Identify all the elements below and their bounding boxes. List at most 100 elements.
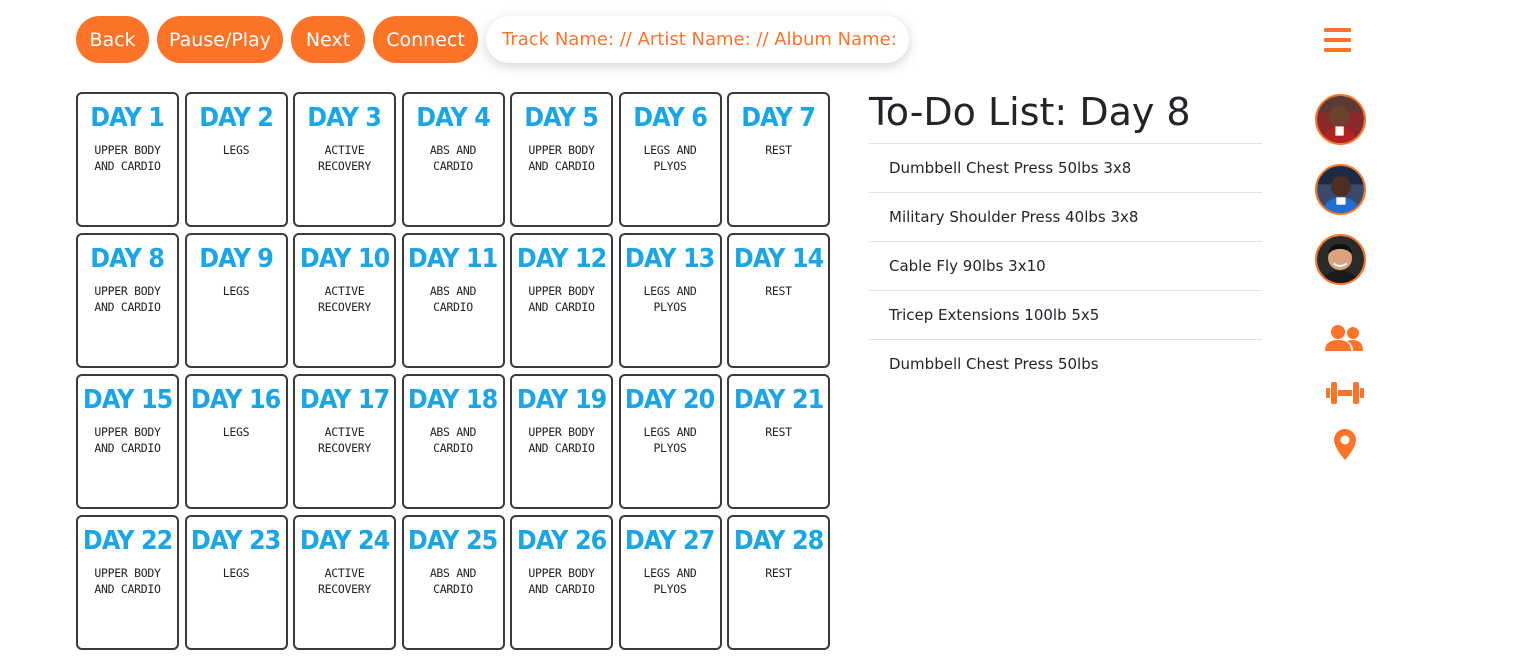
connect-button[interactable]: Connect	[373, 16, 478, 63]
todo-item[interactable]: Tricep Extensions 100lb 5x5	[869, 290, 1262, 339]
day-card[interactable]: DAY 11 ABS AND CARDIO	[401, 233, 505, 368]
sidebar	[1310, 0, 1380, 672]
day-title: DAY 1	[90, 103, 166, 133]
day-card[interactable]: DAY 22 UPPER BODY AND CARDIO	[76, 515, 179, 650]
day-workout-label: LEGS	[222, 565, 250, 580]
day-workout-label: UPPER BODY AND CARDIO	[94, 424, 161, 455]
day-workout-label: LEGS AND PLYOS	[643, 424, 697, 455]
day-card[interactable]: DAY 17 ACTIVE RECOVERY	[293, 374, 396, 509]
day-card[interactable]: DAY 3 ACTIVE RECOVERY	[293, 92, 396, 227]
day-workout-label: LEGS AND PLYOS	[643, 283, 697, 314]
day-title: DAY 6	[633, 103, 708, 133]
day-title: DAY 4	[416, 103, 491, 133]
day-card[interactable]: DAY 23 LEGS	[184, 515, 288, 650]
avatar[interactable]	[1315, 94, 1366, 145]
todo-item[interactable]: Dumbbell Chest Press 50lbs 3x8	[869, 143, 1262, 192]
todo-title: To-Do List: Day 8	[869, 90, 1191, 134]
day-title: DAY 21	[733, 385, 824, 415]
day-title: DAY 10	[299, 244, 390, 274]
day-card[interactable]: DAY 18 ABS AND CARDIO	[401, 374, 505, 509]
day-workout-label: REST	[765, 424, 792, 439]
day-card[interactable]: DAY 15 UPPER BODY AND CARDIO	[76, 374, 179, 509]
day-workout-label: LEGS AND PLYOS	[643, 565, 697, 596]
day-title: DAY 3	[307, 103, 383, 133]
day-card[interactable]: DAY 4 ABS AND CARDIO	[401, 92, 505, 227]
day-card[interactable]: DAY 20 LEGS AND PLYOS	[618, 374, 722, 509]
day-workout-label: ABS AND CARDIO	[429, 142, 477, 173]
pause-play-button[interactable]: Pause/Play	[157, 16, 283, 63]
day-workout-label: LEGS AND PLYOS	[643, 142, 697, 173]
day-title: DAY 18	[408, 385, 498, 415]
day-card[interactable]: DAY 26 UPPER BODY AND CARDIO	[510, 515, 613, 650]
hamburger-menu-icon[interactable]	[1324, 28, 1351, 54]
day-title: DAY 2	[199, 103, 274, 133]
day-title: DAY 25	[408, 526, 498, 556]
day-title: DAY 13	[625, 244, 715, 274]
day-card[interactable]: DAY 6 LEGS AND PLYOS	[618, 92, 722, 227]
day-workout-label: UPPER BODY AND CARDIO	[94, 283, 161, 314]
day-card[interactable]: DAY 5 UPPER BODY AND CARDIO	[510, 92, 613, 227]
day-workout-label: LEGS	[222, 142, 250, 157]
day-card[interactable]: DAY 8 UPPER BODY AND CARDIO	[76, 233, 179, 368]
day-workout-label: REST	[765, 283, 792, 298]
day-card[interactable]: DAY 16 LEGS	[184, 374, 288, 509]
day-card[interactable]: DAY 14 REST	[727, 233, 830, 368]
day-title: DAY 9	[199, 244, 274, 274]
day-title: DAY 28	[733, 526, 824, 556]
day-title: DAY 24	[299, 526, 390, 556]
todo-item[interactable]: Dumbbell Chest Press 50lbs	[869, 339, 1262, 388]
users-icon[interactable]	[1325, 324, 1363, 356]
day-card[interactable]: DAY 10 ACTIVE RECOVERY	[293, 233, 396, 368]
day-workout-label: ABS AND CARDIO	[429, 283, 477, 314]
track-info: Track Name: // Artist Name: // Album Nam…	[486, 16, 909, 63]
day-card[interactable]: DAY 1 UPPER BODY AND CARDIO	[76, 92, 179, 227]
day-workout-label: ABS AND CARDIO	[429, 565, 477, 596]
day-title: DAY 14	[733, 244, 824, 274]
day-card[interactable]: DAY 19 UPPER BODY AND CARDIO	[510, 374, 613, 509]
day-title: DAY 7	[741, 103, 817, 133]
day-card[interactable]: DAY 13 LEGS AND PLYOS	[618, 233, 722, 368]
day-workout-label: LEGS	[222, 424, 250, 439]
day-workout-label: ACTIVE RECOVERY	[318, 142, 371, 173]
day-title: DAY 23	[191, 526, 281, 556]
day-workout-label: ACTIVE RECOVERY	[318, 283, 371, 314]
dumbbell-icon[interactable]	[1326, 380, 1364, 410]
day-card[interactable]: DAY 28 REST	[727, 515, 830, 650]
avatar[interactable]	[1315, 234, 1366, 285]
day-workout-label: UPPER BODY AND CARDIO	[528, 142, 595, 173]
day-title: DAY 19	[516, 385, 607, 415]
day-title: DAY 12	[516, 244, 607, 274]
day-title: DAY 20	[625, 385, 715, 415]
avatar[interactable]	[1315, 164, 1366, 215]
day-workout-label: REST	[765, 142, 792, 157]
day-card[interactable]: DAY 7 REST	[727, 92, 830, 227]
back-button[interactable]: Back	[76, 16, 149, 63]
map-pin-icon[interactable]	[1334, 429, 1356, 464]
day-workout-label: UPPER BODY AND CARDIO	[528, 283, 595, 314]
day-card[interactable]: DAY 9 LEGS	[184, 233, 288, 368]
day-workout-label: ACTIVE RECOVERY	[318, 424, 371, 455]
day-card[interactable]: DAY 25 ABS AND CARDIO	[401, 515, 505, 650]
workout-calendar: DAY 1 UPPER BODY AND CARDIO DAY 2 LEGS DAY 3…	[76, 92, 830, 652]
music-controls: Back Pause/Play Next Connect Track Name:…	[76, 16, 909, 63]
day-title: DAY 8	[90, 244, 166, 274]
day-workout-label: LEGS	[222, 283, 250, 298]
day-card[interactable]: DAY 2 LEGS	[184, 92, 288, 227]
todo-item[interactable]: Military Shoulder Press 40lbs 3x8	[869, 192, 1262, 241]
day-title: DAY 11	[408, 244, 498, 274]
day-workout-label: ACTIVE RECOVERY	[318, 565, 371, 596]
day-card[interactable]: DAY 27 LEGS AND PLYOS	[618, 515, 722, 650]
day-title: DAY 5	[524, 103, 600, 133]
day-card[interactable]: DAY 21 REST	[727, 374, 830, 509]
day-workout-label: ABS AND CARDIO	[429, 424, 477, 455]
day-workout-label: UPPER BODY AND CARDIO	[528, 565, 595, 596]
day-title: DAY 27	[625, 526, 715, 556]
next-button[interactable]: Next	[291, 16, 365, 63]
day-card[interactable]: DAY 24 ACTIVE RECOVERY	[293, 515, 396, 650]
day-card[interactable]: DAY 12 UPPER BODY AND CARDIO	[510, 233, 613, 368]
day-workout-label: UPPER BODY AND CARDIO	[528, 424, 595, 455]
todo-item[interactable]: Cable Fly 90lbs 3x10	[869, 241, 1262, 290]
day-title: DAY 15	[82, 385, 173, 415]
day-workout-label: UPPER BODY AND CARDIO	[94, 565, 161, 596]
day-workout-label: REST	[765, 565, 792, 580]
